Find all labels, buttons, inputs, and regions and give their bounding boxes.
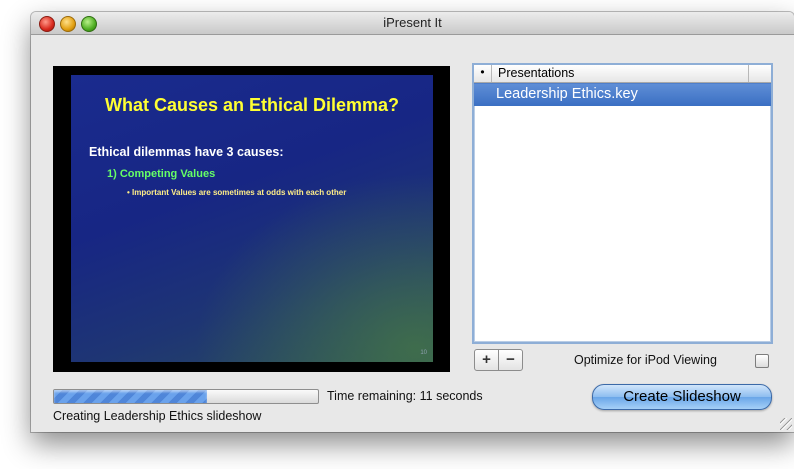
progress-fill bbox=[54, 390, 208, 403]
remove-presentation-button[interactable]: − bbox=[498, 350, 522, 370]
progress-bar bbox=[53, 389, 319, 404]
optimize-ipod-checkbox[interactable] bbox=[755, 354, 769, 368]
status-text: Creating Leadership Ethics slideshow bbox=[53, 409, 262, 423]
app-window: iPresent It What Causes an Ethical Dilem… bbox=[31, 12, 794, 432]
header-end-column bbox=[748, 65, 771, 82]
list-item-selected[interactable]: Leadership Ethics.key bbox=[474, 83, 771, 106]
list-header: • Presentations bbox=[474, 65, 771, 83]
add-presentation-button[interactable]: + bbox=[475, 350, 498, 370]
slide-list-item: 1) Competing Values bbox=[107, 168, 216, 180]
optimize-ipod-label[interactable]: Optimize for iPod Viewing bbox=[574, 353, 717, 367]
header-presentations[interactable]: Presentations bbox=[498, 66, 574, 80]
slide-bullet: • Important Values are sometimes at odds… bbox=[127, 188, 347, 197]
time-remaining-text: Time remaining: 11 seconds bbox=[327, 389, 483, 403]
title-bar[interactable]: iPresent It bbox=[31, 12, 794, 35]
slide-preview: What Causes an Ethical Dilemma? Ethical … bbox=[53, 66, 450, 372]
list-item-label: Leadership Ethics.key bbox=[496, 86, 638, 102]
create-slideshow-button[interactable]: Create Slideshow bbox=[592, 384, 772, 410]
resize-grip[interactable] bbox=[780, 418, 792, 430]
window-title: iPresent It bbox=[383, 15, 442, 30]
presentations-list[interactable]: • Presentations Leadership Ethics.key bbox=[472, 63, 773, 344]
slide-canvas: What Causes an Ethical Dilemma? Ethical … bbox=[71, 75, 433, 362]
slide-title: What Causes an Ethical Dilemma? bbox=[104, 95, 400, 115]
slide-heading: Ethical dilemmas have 3 causes: bbox=[89, 145, 284, 159]
header-marker-column[interactable]: • bbox=[474, 65, 492, 82]
list-controls: + − bbox=[474, 349, 523, 371]
slide-page-number: 10 bbox=[420, 350, 427, 356]
